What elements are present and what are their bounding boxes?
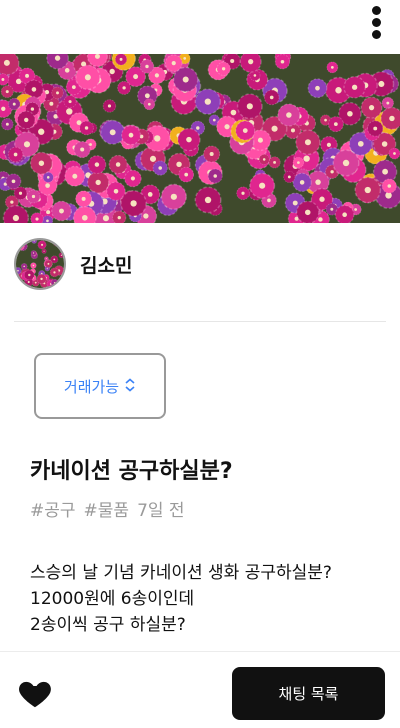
more-vertical-icon[interactable] xyxy=(360,2,392,42)
tag[interactable]: #물품 xyxy=(84,496,130,521)
top-bar xyxy=(0,0,400,54)
menu-dot xyxy=(371,5,381,15)
chevron-up-down-icon xyxy=(124,377,136,395)
footer-divider xyxy=(0,651,400,652)
avatar[interactable] xyxy=(14,238,66,290)
post-body: 스승의 날 기념 카네이션 생화 공구하실분? 12000원에 6송이인데 2송… xyxy=(30,560,332,638)
menu-dot xyxy=(371,29,381,39)
body-line: 12000원에 6송이인데 xyxy=(30,589,195,609)
heart-icon[interactable] xyxy=(16,674,54,712)
product-photo xyxy=(0,54,400,223)
post-meta: #공구 #물품 7일 전 xyxy=(30,496,185,521)
seller-name[interactable]: 김소민 xyxy=(80,251,132,278)
trade-status-label: 거래가능 xyxy=(63,377,120,396)
trade-status-select[interactable]: 거래가능 xyxy=(34,353,166,419)
seller-profile[interactable]: 김소민 xyxy=(14,238,132,290)
post-time: 7일 전 xyxy=(137,501,185,521)
divider xyxy=(14,321,386,322)
post-title: 카네이션 공구하실분? xyxy=(30,459,233,484)
body-line: 2송이씩 공구 하실분? xyxy=(30,615,186,635)
menu-dot xyxy=(371,17,381,27)
body-line: 스승의 날 기념 카네이션 생화 공구하실분? xyxy=(30,563,332,583)
tag[interactable]: #공구 xyxy=(30,496,76,521)
chat-list-button[interactable]: 채팅 목록 xyxy=(232,667,385,720)
